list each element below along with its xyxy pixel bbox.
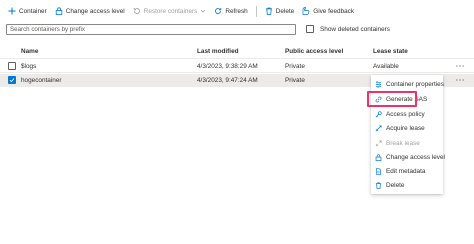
lease-state-value: Available xyxy=(373,62,399,70)
menu-item-label: Acquire lease xyxy=(386,125,425,132)
properties-icon xyxy=(375,81,382,88)
row-checkbox[interactable] xyxy=(8,62,16,70)
refresh-label: Refresh xyxy=(225,7,248,15)
menu-item-delete[interactable]: Delete xyxy=(371,179,443,192)
delete-button[interactable]: Delete xyxy=(265,7,294,15)
menu-item-label: Generate SAS xyxy=(386,96,428,103)
lease-icon xyxy=(375,125,382,132)
feedback-icon xyxy=(302,7,310,15)
refresh-icon xyxy=(215,8,222,14)
column-header-name[interactable]: Name xyxy=(21,45,38,58)
menu-item-label: Access policy xyxy=(386,111,425,118)
menu-item-label: Change access level xyxy=(386,154,445,161)
menu-item-label: Edit metadata xyxy=(386,168,426,175)
checkmark-icon xyxy=(9,78,15,83)
refresh-button[interactable]: Refresh xyxy=(214,7,248,15)
show-deleted-toggle[interactable]: Show deleted containers xyxy=(306,25,390,33)
chevron-down-icon xyxy=(201,10,206,13)
give-feedback-label: Give feedback xyxy=(313,7,355,15)
menu-item-label: Container properties xyxy=(386,81,444,88)
add-container-button[interactable]: Container xyxy=(8,7,47,15)
row-more-actions-button[interactable]: ··· xyxy=(456,74,465,86)
break-lease-icon xyxy=(375,140,382,147)
menu-item-container-properties[interactable]: Container properties xyxy=(371,78,444,91)
show-deleted-label: Show deleted containers xyxy=(320,25,390,33)
column-header-public-access-level[interactable]: Public access level xyxy=(285,45,343,58)
column-header-last-modified[interactable]: Last modified xyxy=(197,45,239,58)
last-modified-value: 4/3/2023, 9:47:24 AM xyxy=(197,76,258,84)
menu-item-label: Delete xyxy=(386,182,405,189)
menu-item-access-policy[interactable]: Access policy xyxy=(371,108,443,121)
container-name[interactable]: $logs xyxy=(21,60,36,72)
menu-item-break-lease[interactable]: Break lease xyxy=(371,137,443,150)
menu-item-label: Break lease xyxy=(386,140,420,147)
show-deleted-checkbox[interactable] xyxy=(306,25,314,33)
table-row[interactable]: $logs 4/3/2023, 9:38:29 AM Private Avail… xyxy=(0,60,474,73)
column-header-lease-state[interactable]: Lease state xyxy=(373,45,408,58)
trash-icon xyxy=(265,7,272,15)
menu-item-change-access-level[interactable]: Change access level xyxy=(371,151,445,164)
lock-icon xyxy=(55,7,62,15)
change-access-level-button[interactable]: Change access level xyxy=(55,7,125,15)
link-icon xyxy=(375,96,382,103)
add-container-label: Container xyxy=(19,7,47,15)
lock-icon xyxy=(375,154,382,161)
container-context-menu: Container properties Generate SAS Access… xyxy=(371,75,445,194)
restore-containers-label: Restore containers xyxy=(143,7,198,15)
search-input[interactable] xyxy=(7,25,295,34)
plus-icon xyxy=(8,7,16,15)
row-more-actions-button[interactable]: ··· xyxy=(456,60,465,72)
restore-containers-button[interactable]: Restore containers xyxy=(133,7,207,15)
change-access-level-label: Change access level xyxy=(65,7,125,15)
search-box[interactable] xyxy=(6,24,296,35)
access-level-value: Private xyxy=(285,62,305,70)
restore-icon xyxy=(133,8,140,14)
delete-label: Delete xyxy=(275,7,295,15)
menu-item-acquire-lease[interactable]: Acquire lease xyxy=(371,122,443,135)
row-checkbox[interactable] xyxy=(8,76,16,84)
container-name[interactable]: hogecontainer xyxy=(21,74,62,86)
trash-icon xyxy=(375,182,382,189)
menu-item-edit-metadata[interactable]: Edit metadata xyxy=(371,165,443,178)
toolbar-divider xyxy=(255,5,257,17)
menu-item-generate-sas[interactable]: Generate SAS xyxy=(371,93,443,106)
give-feedback-button[interactable]: Give feedback xyxy=(302,7,354,15)
command-bar: Container Change access level Restore co… xyxy=(0,4,474,18)
key-icon xyxy=(375,111,382,118)
last-modified-value: 4/3/2023, 9:38:29 AM xyxy=(197,62,258,70)
table-header: Name Last modified Public access level L… xyxy=(0,45,474,59)
access-level-value: Private xyxy=(285,76,305,84)
document-icon xyxy=(375,168,382,175)
